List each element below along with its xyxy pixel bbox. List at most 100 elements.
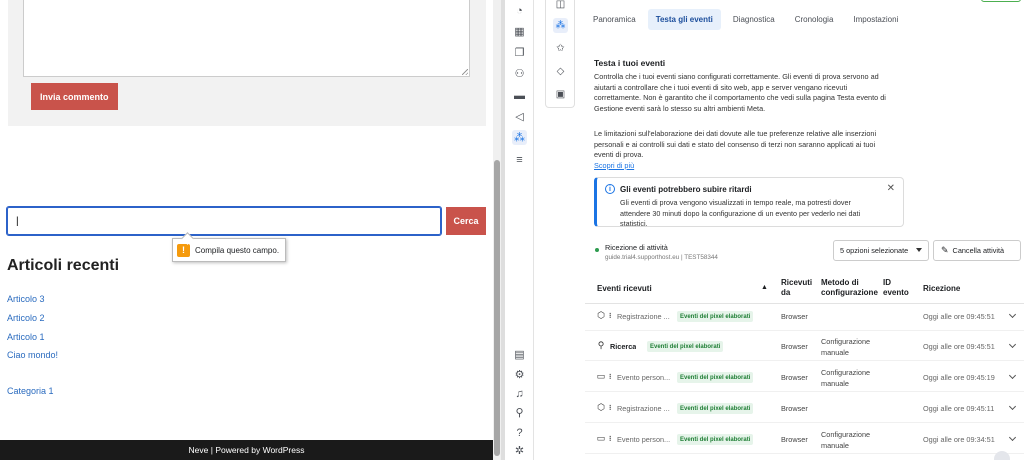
live-status-dot <box>595 248 599 252</box>
reception-time: Oggi alle ore 09:34:51 <box>923 435 995 444</box>
received-from: Browser <box>781 373 808 382</box>
event-name: Evento person... <box>617 435 671 444</box>
search-icon[interactable]: ⚲ <box>512 405 527 420</box>
table-icon[interactable]: ▦ <box>512 24 527 39</box>
tag-icon: ⬡ <box>597 309 605 320</box>
header-event-id: ID evento <box>883 278 909 297</box>
site-footer: Neve | Powered by WordPress <box>0 440 493 460</box>
received-from: Browser <box>781 342 808 351</box>
setup-method: Configurazione manuale <box>821 368 871 388</box>
chevron-down-icon[interactable] <box>1008 340 1017 349</box>
header-received-from: Ricevuti da <box>781 278 813 297</box>
billing-card-icon[interactable]: ▬ <box>512 88 527 103</box>
settings-gear-icon[interactable]: ⚙ <box>512 367 527 382</box>
status-badge: Eventi del pixel elaborati <box>677 434 754 445</box>
cancel-activity-button[interactable]: ✎ Cancella attività <box>933 240 1021 261</box>
received-from: Browser <box>781 435 808 444</box>
data-sources-icon[interactable]: ⁂ <box>553 18 568 33</box>
tab-history[interactable]: Cronologia <box>787 9 842 30</box>
sub-nav-rail: ◫ ⁂ ✩ ◇ ▣ <box>545 0 575 108</box>
table-row[interactable]: ▭ ⁝ Evento person... Eventi del pixel elabo… <box>585 424 1024 454</box>
window-icon: ▭ <box>596 432 606 443</box>
search-button[interactable]: Cerca <box>446 207 486 235</box>
setup-method: Configurazione manuale <box>821 430 871 450</box>
received-from: Browser <box>781 404 808 413</box>
drag-handle[interactable]: ⁝ <box>609 372 611 383</box>
category-link[interactable]: Categoria 1 <box>7 386 54 396</box>
chevron-down-icon[interactable] <box>1008 310 1017 319</box>
post-link[interactable]: Ciao mondo! <box>7 350 58 360</box>
page-scrollbar[interactable] <box>493 0 501 460</box>
drag-handle[interactable]: ⁝ <box>609 403 611 414</box>
resize-grip-icon[interactable] <box>462 69 468 75</box>
post-link[interactable]: Articolo 1 <box>7 332 45 342</box>
reception-time: Oggi alle ore 09:45:51 <box>923 312 995 321</box>
intro-text: Controlla che i tuoi eventi siano config… <box>594 72 886 113</box>
activity-label: Ricezione di attività <box>605 243 668 252</box>
learn-more-link[interactable]: Scopri di più <box>594 161 634 170</box>
validation-message: Compila questo campo. <box>195 245 280 255</box>
submit-comment-button[interactable]: Invia commento <box>31 83 118 110</box>
received-from: Browser <box>781 312 808 321</box>
tab-settings[interactable]: Impostazioni <box>845 9 906 30</box>
dashboard-icon[interactable]: ◔ <box>512 3 527 18</box>
post-link[interactable]: Articolo 2 <box>7 313 45 323</box>
events-manager-icon[interactable]: ⁂ <box>512 130 527 145</box>
drag-handle[interactable]: ⁝ <box>609 434 611 445</box>
status-badge: Eventi del pixel elaborati <box>677 403 754 414</box>
tag-icon[interactable]: ◇ <box>553 64 568 79</box>
limitations-text: Le limitazioni sull'elaborazione dei dat… <box>594 129 877 160</box>
scrollbar-thumb[interactable] <box>494 160 500 456</box>
notice-body: Gli eventi di prova vengono visualizzati… <box>620 198 861 228</box>
broom-icon: ✎ <box>941 245 949 255</box>
events-manager-panel: Panoramica Testa gli eventi Diagnostica … <box>585 0 1024 460</box>
chevron-down-icon[interactable] <box>1008 433 1017 442</box>
bug-icon[interactable]: ✲ <box>512 443 527 458</box>
help-icon[interactable]: ? <box>512 425 527 440</box>
table-row[interactable]: ⚲ Ricerca Eventi del pixel elaborati Browse… <box>585 331 1024 361</box>
status-badge: Eventi del pixel elaborati <box>647 341 724 352</box>
search-input[interactable] <box>6 206 442 236</box>
notifications-bell-icon[interactable]: ♫ <box>512 386 527 401</box>
audience-icon[interactable]: ⚇ <box>512 66 527 81</box>
event-name: Evento person... <box>617 373 671 382</box>
status-badge: Eventi del pixel elaborati <box>677 372 754 383</box>
close-icon[interactable]: ✕ <box>887 183 895 194</box>
header-reception: Ricezione <box>923 284 961 293</box>
drag-handle[interactable]: ⁝ <box>609 311 611 322</box>
recent-posts-title: Articoli recenti <box>7 257 120 274</box>
table-row[interactable]: ⬡ ⁝ Registrazione ... Eventi del pixel elab… <box>585 393 1024 423</box>
tag-icon: ⬡ <box>597 401 605 412</box>
cancel-activity-label: Cancella attività <box>952 246 1005 255</box>
layout-icon[interactable]: ◫ <box>553 0 568 12</box>
help-button[interactable] <box>994 451 1010 460</box>
post-link[interactable]: Articolo 3 <box>7 294 45 304</box>
star-icon[interactable]: ✩ <box>553 41 568 56</box>
top-action-button[interactable] <box>981 0 1021 2</box>
megaphone-icon[interactable]: ◁ <box>512 109 527 124</box>
chevron-down-icon[interactable] <box>1008 371 1017 380</box>
menu-icon[interactable]: ≡ <box>512 152 527 167</box>
reports-icon[interactable]: ▤ <box>512 347 527 362</box>
table-row[interactable]: ▭ ⁝ Evento person... Eventi del pixel elabo… <box>585 362 1024 392</box>
pages-icon[interactable]: ❐ <box>512 45 527 60</box>
events-table-header: Eventi ricevuti ▲ Ricevuti da Metodo di … <box>585 276 1024 304</box>
header-setup-method: Metodo di configurazione <box>821 278 878 297</box>
tab-overview[interactable]: Panoramica <box>585 9 644 30</box>
search-icon: ⚲ <box>597 339 605 350</box>
nav-rail: ◔ ▦ ❐ ⚇ ▬ ◁ ⁂ ≡ ▤ ⚙ ♫ ⚲ ? ✲ <box>505 0 534 460</box>
table-row[interactable]: ⬡ ⁝ Registrazione ... Eventi del pixel elab… <box>585 301 1024 331</box>
reception-time: Oggi alle ore 09:45:11 <box>923 404 995 413</box>
options-label: 5 opzioni selezionate <box>840 246 909 255</box>
event-name: Registrazione ... <box>617 404 670 413</box>
reception-time: Oggi alle ore 09:45:51 <box>923 342 995 351</box>
reception-time: Oggi alle ore 09:45:19 <box>923 373 995 382</box>
header-events: Eventi ricevuti <box>597 284 652 293</box>
options-dropdown[interactable]: 5 opzioni selezionate <box>833 240 929 261</box>
doc-icon[interactable]: ▣ <box>553 87 568 102</box>
tab-diagnostics[interactable]: Diagnostica <box>725 9 783 30</box>
chevron-down-icon[interactable] <box>1008 402 1017 411</box>
comment-textarea[interactable] <box>23 0 470 77</box>
tab-test-events[interactable]: Testa gli eventi <box>647 9 721 30</box>
wordpress-page: Invia commento Cerca ! Compila questo ca… <box>0 0 493 460</box>
